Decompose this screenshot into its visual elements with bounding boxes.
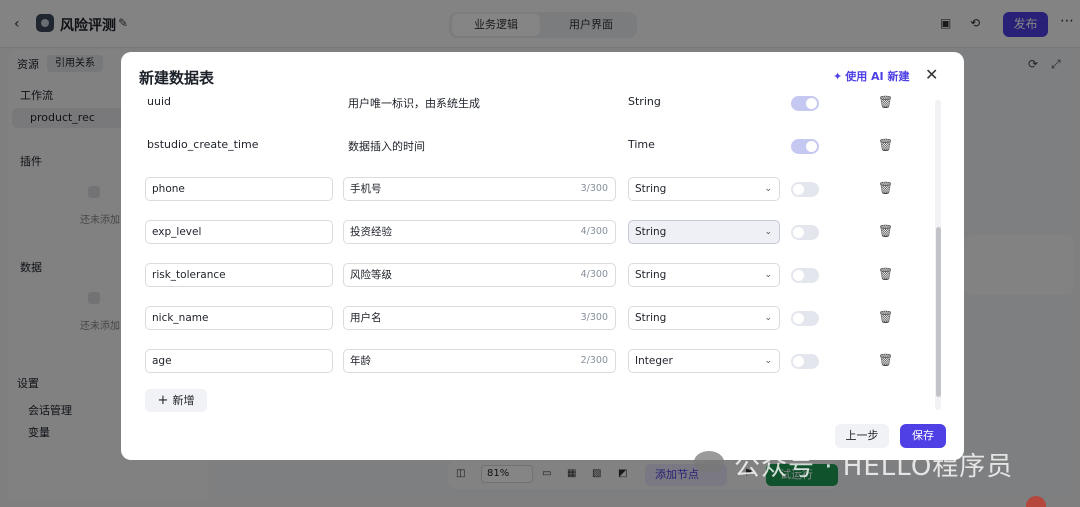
required-toggle[interactable] bbox=[791, 182, 819, 197]
field-name-input[interactable]: nick_name bbox=[145, 306, 333, 330]
field-type-select[interactable]: Integer ⌄ bbox=[628, 349, 780, 373]
close-icon[interactable]: ✕ bbox=[925, 65, 938, 84]
field-name: bstudio_create_time bbox=[147, 138, 259, 151]
field-desc: 数据插入的时间 bbox=[348, 140, 425, 153]
char-counter: 4/300 bbox=[580, 226, 608, 237]
field-row: risk_tolerance 风险等级 4/300 String ⌄ 🗑 bbox=[121, 254, 941, 297]
field-desc-input[interactable]: 手机号 3/300 bbox=[343, 177, 616, 201]
char-counter: 3/300 bbox=[580, 312, 608, 323]
field-type-value: String bbox=[635, 183, 667, 195]
chevron-down-icon: ⌄ bbox=[764, 356, 772, 366]
field-name-input[interactable]: phone bbox=[145, 177, 333, 201]
field-name: uuid bbox=[147, 95, 171, 108]
add-field-button[interactable]: + 新增 bbox=[145, 389, 207, 412]
scrollbar-thumb[interactable] bbox=[936, 227, 941, 397]
field-desc-input[interactable]: 风险等级 4/300 bbox=[343, 263, 616, 287]
field-name-input[interactable]: age bbox=[145, 349, 333, 373]
field-row: exp_level 投资经验 4/300 String ⌄ 🗑 bbox=[121, 211, 941, 254]
field-type-select[interactable]: String ⌄ bbox=[628, 177, 780, 201]
field-type-select[interactable]: String ⌄ bbox=[628, 220, 780, 244]
modal-title: 新建数据表 bbox=[139, 69, 215, 87]
field-row: nick_name 用户名 3/300 String ⌄ 🗑 bbox=[121, 297, 941, 340]
new-table-modal: 新建数据表 ✦ 使用 AI 新建 ✕ uuid 用户唯一标识，由系统生成 Stri… bbox=[121, 52, 964, 460]
field-desc-value: 风险等级 bbox=[350, 269, 392, 281]
field-type: Time bbox=[628, 138, 655, 151]
field-type-select[interactable]: String ⌄ bbox=[628, 306, 780, 330]
field-type-value: Integer bbox=[635, 355, 673, 367]
field-type-value: String bbox=[635, 226, 667, 238]
field-type-select[interactable]: String ⌄ bbox=[628, 263, 780, 287]
trash-icon[interactable]: 🗑 bbox=[878, 353, 893, 367]
field-row: age 年龄 2/300 Integer ⌄ 🗑 bbox=[121, 340, 941, 383]
add-field-label: 新增 bbox=[172, 394, 195, 407]
required-toggle[interactable] bbox=[791, 354, 819, 369]
save-button[interactable]: 保存 bbox=[900, 424, 946, 448]
system-field-row: bstudio_create_time 数据插入的时间 Time 🗑 bbox=[121, 125, 941, 168]
required-toggle bbox=[791, 96, 819, 111]
trash-icon: 🗑 bbox=[878, 138, 894, 152]
watermark-text: 公众号 · HELLO程序员 bbox=[734, 452, 1014, 482]
field-desc-input[interactable]: 投资经验 4/300 bbox=[343, 220, 616, 244]
field-desc-value: 投资经验 bbox=[350, 226, 392, 238]
required-toggle[interactable] bbox=[791, 225, 819, 240]
ai-new-label: 使用 AI 新建 bbox=[845, 70, 910, 83]
required-toggle[interactable] bbox=[791, 268, 819, 283]
field-type: String bbox=[628, 95, 661, 108]
chevron-down-icon: ⌄ bbox=[764, 184, 772, 194]
trash-icon[interactable]: 🗑 bbox=[878, 310, 893, 324]
plus-icon: + bbox=[157, 393, 169, 408]
trash-icon[interactable]: 🗑 bbox=[878, 224, 893, 238]
field-desc-value: 手机号 bbox=[350, 183, 382, 195]
field-name-input[interactable]: risk_tolerance bbox=[145, 263, 333, 287]
field-desc: 用户唯一标识，由系统生成 bbox=[348, 97, 480, 110]
trash-icon[interactable]: 🗑 bbox=[878, 181, 893, 195]
ai-new-button[interactable]: ✦ 使用 AI 新建 bbox=[833, 68, 909, 84]
field-desc-value: 年龄 bbox=[350, 355, 371, 367]
required-toggle bbox=[791, 139, 819, 154]
char-counter: 4/300 bbox=[580, 269, 608, 280]
prev-step-button[interactable]: 上一步 bbox=[835, 424, 889, 448]
required-toggle[interactable] bbox=[791, 311, 819, 326]
trash-icon: 🗑 bbox=[878, 95, 894, 109]
field-desc-input[interactable]: 年龄 2/300 bbox=[343, 349, 616, 373]
field-name-input[interactable]: exp_level bbox=[145, 220, 333, 244]
field-desc-input[interactable]: 用户名 3/300 bbox=[343, 306, 616, 330]
field-list: uuid 用户唯一标识，由系统生成 String 🗑 bstudio_creat… bbox=[121, 92, 941, 410]
field-row: phone 手机号 3/300 String ⌄ 🗑 bbox=[121, 168, 941, 211]
chevron-down-icon: ⌄ bbox=[764, 313, 772, 323]
system-field-row: uuid 用户唯一标识，由系统生成 String 🗑 bbox=[121, 92, 941, 125]
trash-icon[interactable]: 🗑 bbox=[878, 267, 893, 281]
char-counter: 3/300 bbox=[580, 183, 608, 194]
chevron-down-icon: ⌄ bbox=[764, 270, 772, 280]
sparkle-icon: ✦ bbox=[833, 70, 843, 83]
field-desc-value: 用户名 bbox=[350, 312, 382, 324]
field-type-value: String bbox=[635, 312, 667, 324]
chevron-down-icon: ⌄ bbox=[764, 227, 772, 237]
char-counter: 2/300 bbox=[580, 355, 608, 366]
field-type-value: String bbox=[635, 269, 667, 281]
wechat-watermark-icon bbox=[694, 451, 724, 473]
